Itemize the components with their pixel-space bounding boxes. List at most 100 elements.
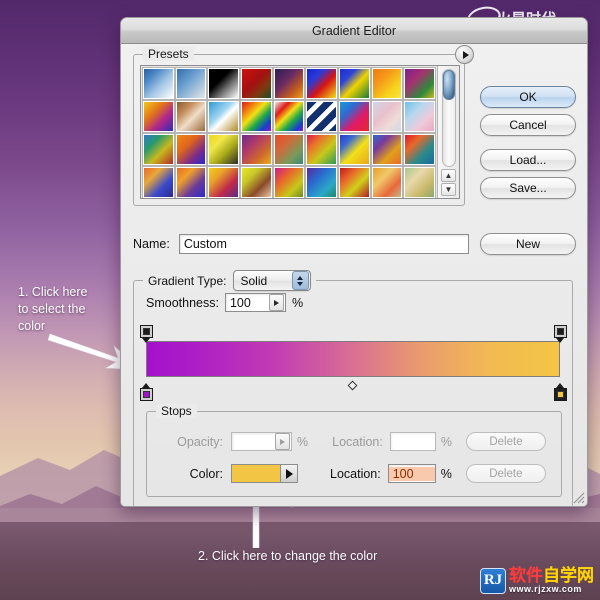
color-swatch[interactable] [232,465,280,482]
opacity-location-field[interactable] [389,432,436,451]
smoothness-field[interactable]: 100 [224,293,286,312]
presets-swatch-grid[interactable] [141,66,437,198]
annotation-step-1-line-3: color [18,319,46,333]
name-row: Name: Custom [133,234,469,254]
gradient-type-header: Gradient Type: Solid [143,270,316,291]
presets-menu-button[interactable] [455,45,474,64]
gradient-type-value: Solid [240,273,268,288]
preset-swatch[interactable] [337,100,371,133]
preset-swatch[interactable] [370,100,404,133]
presets-group: Presets ▲ ▼ [133,45,474,206]
preset-swatch[interactable] [305,100,338,133]
preset-swatch[interactable] [174,67,208,100]
color-delete-button[interactable]: Delete [465,464,546,483]
presets-scrollbar[interactable]: ▲ ▼ [437,66,459,198]
cancel-button[interactable]: Cancel [480,114,576,136]
smoothness-unit: % [291,295,304,310]
right-triangle-icon [280,438,285,445]
opacity-field[interactable] [231,432,292,451]
color-dropdown-button[interactable] [280,465,297,482]
opacity-label: Opacity: [177,434,223,449]
preset-swatch[interactable] [207,67,240,100]
opacity-unit: % [297,434,309,449]
preset-swatch[interactable] [207,166,240,198]
preset-swatch[interactable] [305,67,338,100]
preset-swatch[interactable] [174,133,208,166]
watermark-bottom-url: www.rjzxw.com [509,584,582,594]
right-triangle-icon [273,299,279,306]
color-location-value[interactable]: 100 [388,466,435,481]
preset-swatch[interactable] [272,166,306,198]
preset-swatch[interactable] [403,100,436,133]
annotation-step-1-line-1: 1. Click here [18,285,88,299]
presets-list: ▲ ▼ [140,65,460,199]
preset-swatch[interactable] [337,133,371,166]
ok-button[interactable]: OK [480,86,576,108]
opacity-menu-button[interactable] [275,433,290,450]
opacity-delete-button[interactable]: Delete [465,432,546,451]
scrollbar-thumb[interactable] [442,70,455,100]
preset-swatch[interactable] [207,100,240,133]
smoothness-menu-button[interactable] [268,294,284,311]
preset-swatch[interactable] [207,133,240,166]
new-button[interactable]: New [480,233,576,255]
preset-swatch[interactable] [142,133,175,166]
preset-swatch[interactable] [272,100,306,133]
preset-swatch[interactable] [239,166,273,198]
preset-swatch[interactable] [174,100,208,133]
preset-swatch[interactable] [142,67,175,100]
preset-swatch[interactable] [370,133,404,166]
stops-group: Stops Opacity: % Location: % Delete Colo… [146,404,562,497]
preset-swatch[interactable] [337,67,371,100]
preset-swatch[interactable] [305,133,338,166]
preset-swatch[interactable] [239,133,273,166]
color-stop-end[interactable] [554,383,567,401]
preset-swatch[interactable] [370,166,404,198]
opacity-stop-start[interactable] [140,325,153,343]
preset-swatch[interactable] [142,166,175,198]
smoothness-value[interactable]: 100 [226,296,268,310]
rj-logo-icon: RJ [480,567,506,594]
preset-swatch[interactable] [272,67,306,100]
color-location-label: Location: [330,466,381,481]
scroll-up-arrow-icon[interactable]: ▲ [441,169,456,182]
scrollbar-track[interactable] [441,69,456,167]
preset-swatch[interactable] [305,166,338,198]
dialog-titlebar[interactable]: Gradient Editor [121,18,587,44]
opacity-stop-end[interactable] [554,325,567,343]
annotation-step-1: 1. Click here to select the color [18,284,128,335]
gradient-bar-editor[interactable] [140,325,567,401]
right-triangle-icon [285,468,293,479]
dialog-body: Presets ▲ ▼ OK Cancel Load... Save... Ne… [121,44,587,506]
right-triangle-icon [462,50,469,59]
resize-grip-icon[interactable] [572,491,585,504]
gradient-type-select[interactable]: Solid [232,270,311,291]
color-stop-row: Color: Location: 100 % Delete [161,464,546,483]
presets-legend: Presets [143,47,194,61]
color-swatch-button[interactable] [231,464,298,483]
color-stop-start[interactable] [140,383,153,401]
opacity-location-label: Location: [332,434,383,449]
color-location-field[interactable]: 100 [387,464,436,483]
preset-swatch[interactable] [239,100,273,133]
annotation-step-1-line-2: to select the [18,302,86,316]
load-button[interactable]: Load... [480,149,576,171]
name-input[interactable]: Custom [178,234,469,254]
preset-swatch[interactable] [403,67,436,100]
gradient-type-label: Gradient Type: [148,273,227,288]
gradient-preview-bar[interactable] [146,341,560,377]
save-button[interactable]: Save... [480,177,576,199]
preset-swatch[interactable] [174,166,208,198]
stops-legend: Stops [156,404,197,418]
preset-swatch[interactable] [239,67,273,100]
preset-swatch[interactable] [142,100,175,133]
preset-swatch[interactable] [337,166,371,198]
preset-swatch[interactable] [370,67,404,100]
preset-swatch[interactable] [403,166,436,198]
name-label: Name: [133,237,170,251]
preset-swatch[interactable] [272,133,306,166]
scroll-down-arrow-icon[interactable]: ▼ [441,183,456,196]
gradient-midpoint-marker[interactable] [347,380,358,391]
annotation-step-2: 2. Click here to change the color [198,549,378,563]
preset-swatch[interactable] [403,133,436,166]
